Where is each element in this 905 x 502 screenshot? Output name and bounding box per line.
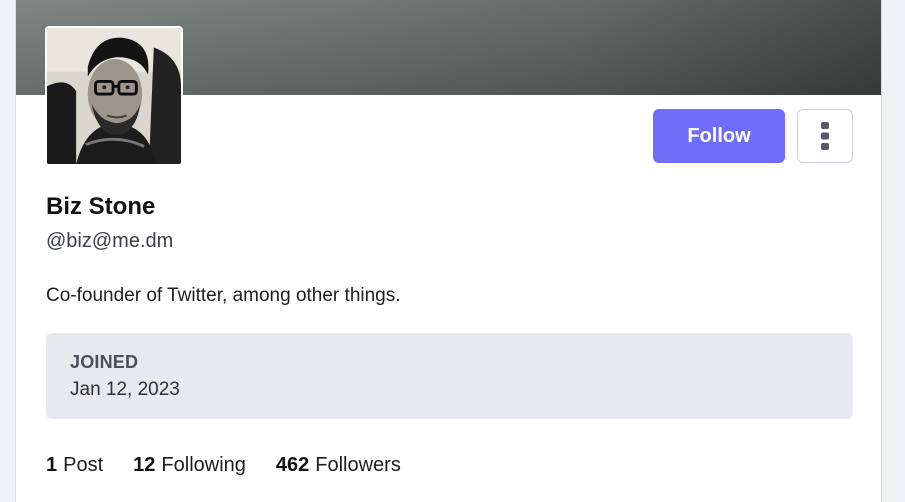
following-label: Following	[161, 454, 246, 476]
joined-info-box: JOINED Jan 12, 2023	[46, 333, 853, 419]
joined-date: Jan 12, 2023	[70, 379, 180, 400]
joined-label: JOINED	[70, 352, 139, 372]
vertical-ellipsis-icon	[821, 122, 829, 150]
posts-label: Post	[63, 454, 104, 476]
more-options-button[interactable]	[797, 109, 853, 163]
followers-count: 462	[275, 454, 310, 476]
profile-stats: 1 Post 12 Following 462 Followers	[46, 454, 401, 477]
followers-label: Followers	[315, 454, 401, 476]
posts-stat-link[interactable]: 1 Post	[46, 454, 103, 477]
display-name: Biz Stone	[46, 193, 156, 220]
avatar[interactable]	[45, 26, 183, 166]
following-stat-link[interactable]: 12 Following	[133, 454, 246, 477]
followers-stat-link[interactable]: 462 Followers	[276, 454, 401, 477]
profile-bio: Co-founder of Twitter, among other thing…	[46, 285, 401, 306]
profile-card: Follow Biz Stone @biz@me.dm Co-founder o…	[15, 0, 882, 502]
account-handle: @biz@me.dm	[46, 230, 174, 252]
posts-count: 1	[46, 454, 58, 476]
following-count: 12	[133, 454, 156, 476]
avatar-image	[47, 28, 181, 164]
follow-button[interactable]: Follow	[653, 109, 785, 163]
